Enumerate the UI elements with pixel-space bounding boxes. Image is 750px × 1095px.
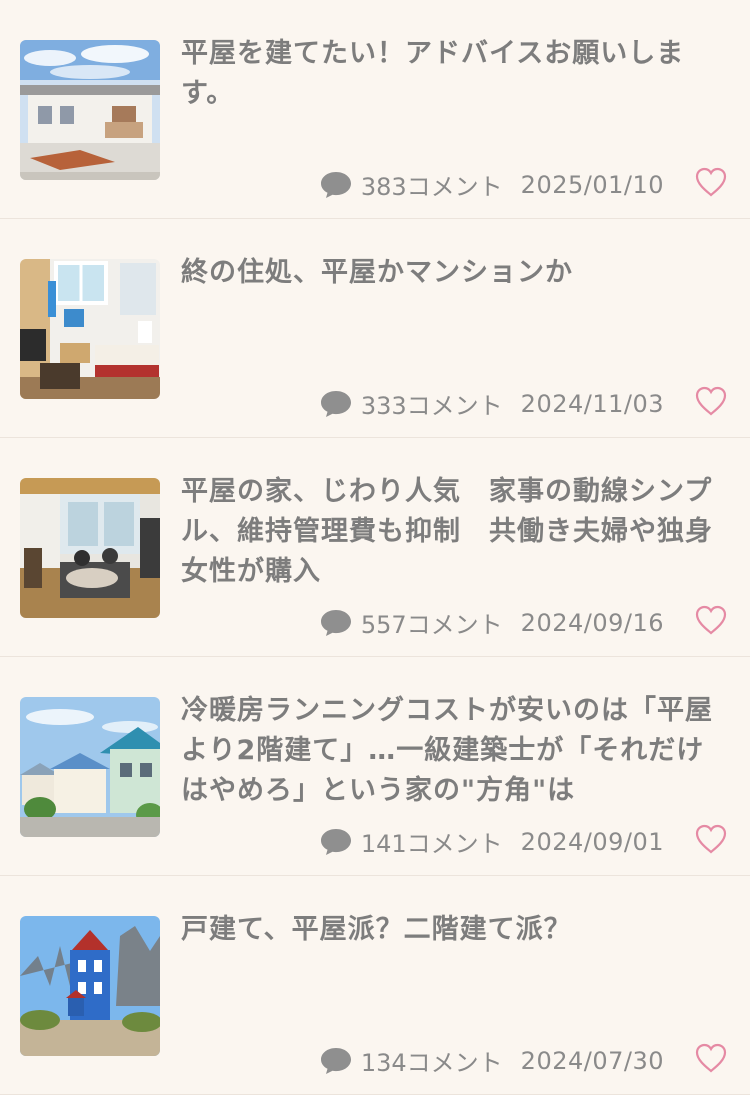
article-title[interactable]: 終の住処、平屋かマンションか (181, 253, 726, 293)
comment-count: 557コメント (360, 611, 503, 639)
heart-icon[interactable] (694, 385, 728, 417)
comment-icon (319, 608, 353, 638)
list-item[interactable]: 平屋を建てたい！アドバイスお願いします。 383コメント 2025/01/10 (0, 0, 750, 219)
article-meta: 134コメント 2024/07/30 (319, 1043, 664, 1078)
thumbnail-image[interactable] (20, 259, 160, 399)
post-date: 2024/07/30 (520, 1046, 664, 1075)
thumbnail-image[interactable] (20, 40, 160, 180)
article-title[interactable]: 戸建て、平屋派？二階建て派？ (181, 910, 726, 950)
post-date: 2025/01/10 (520, 170, 664, 199)
post-date: 2024/09/16 (520, 608, 664, 637)
comment-count: 134コメント (360, 1049, 503, 1077)
article-meta: 557コメント 2024/09/16 (319, 605, 664, 640)
heart-icon[interactable] (694, 166, 728, 198)
comment-count: 141コメント (360, 830, 503, 858)
comment-icon (319, 170, 353, 200)
post-date: 2024/09/01 (520, 827, 664, 856)
article-title[interactable]: 冷暖房ランニングコストが安いのは「平屋より2階建て」…一級建築士が「それだけはや… (181, 691, 726, 811)
thumbnail-image[interactable] (20, 697, 160, 837)
article-meta: 141コメント 2024/09/01 (319, 824, 664, 859)
comment-count: 333コメント (360, 392, 503, 420)
heart-icon[interactable] (694, 1042, 728, 1074)
list-item[interactable]: 戸建て、平屋派？二階建て派？ 134コメント 2024/07/30 (0, 876, 750, 1095)
comment-icon (319, 827, 353, 857)
post-date: 2024/11/03 (520, 389, 664, 418)
article-meta: 383コメント 2025/01/10 (319, 167, 664, 202)
list-item[interactable]: 平屋の家、じわり人気 家事の動線シンプル、維持管理費も抑制 共働き夫婦や独身女性… (0, 438, 750, 657)
article-meta: 333コメント 2024/11/03 (319, 386, 664, 421)
heart-icon[interactable] (694, 604, 728, 636)
heart-icon[interactable] (694, 823, 728, 855)
comment-count: 383コメント (360, 173, 503, 201)
list-item[interactable]: 終の住処、平屋かマンションか 333コメント 2024/11/03 (0, 219, 750, 438)
thumbnail-image[interactable] (20, 916, 160, 1056)
article-title[interactable]: 平屋を建てたい！アドバイスお願いします。 (181, 34, 726, 114)
article-list: 平屋を建てたい！アドバイスお願いします。 383コメント 2025/01/10 (0, 0, 750, 1095)
thumbnail-image[interactable] (20, 478, 160, 618)
comment-icon (319, 389, 353, 419)
list-item[interactable]: 冷暖房ランニングコストが安いのは「平屋より2階建て」…一級建築士が「それだけはや… (0, 657, 750, 876)
article-title[interactable]: 平屋の家、じわり人気 家事の動線シンプル、維持管理費も抑制 共働き夫婦や独身女性… (181, 472, 726, 592)
comment-icon (319, 1046, 353, 1076)
